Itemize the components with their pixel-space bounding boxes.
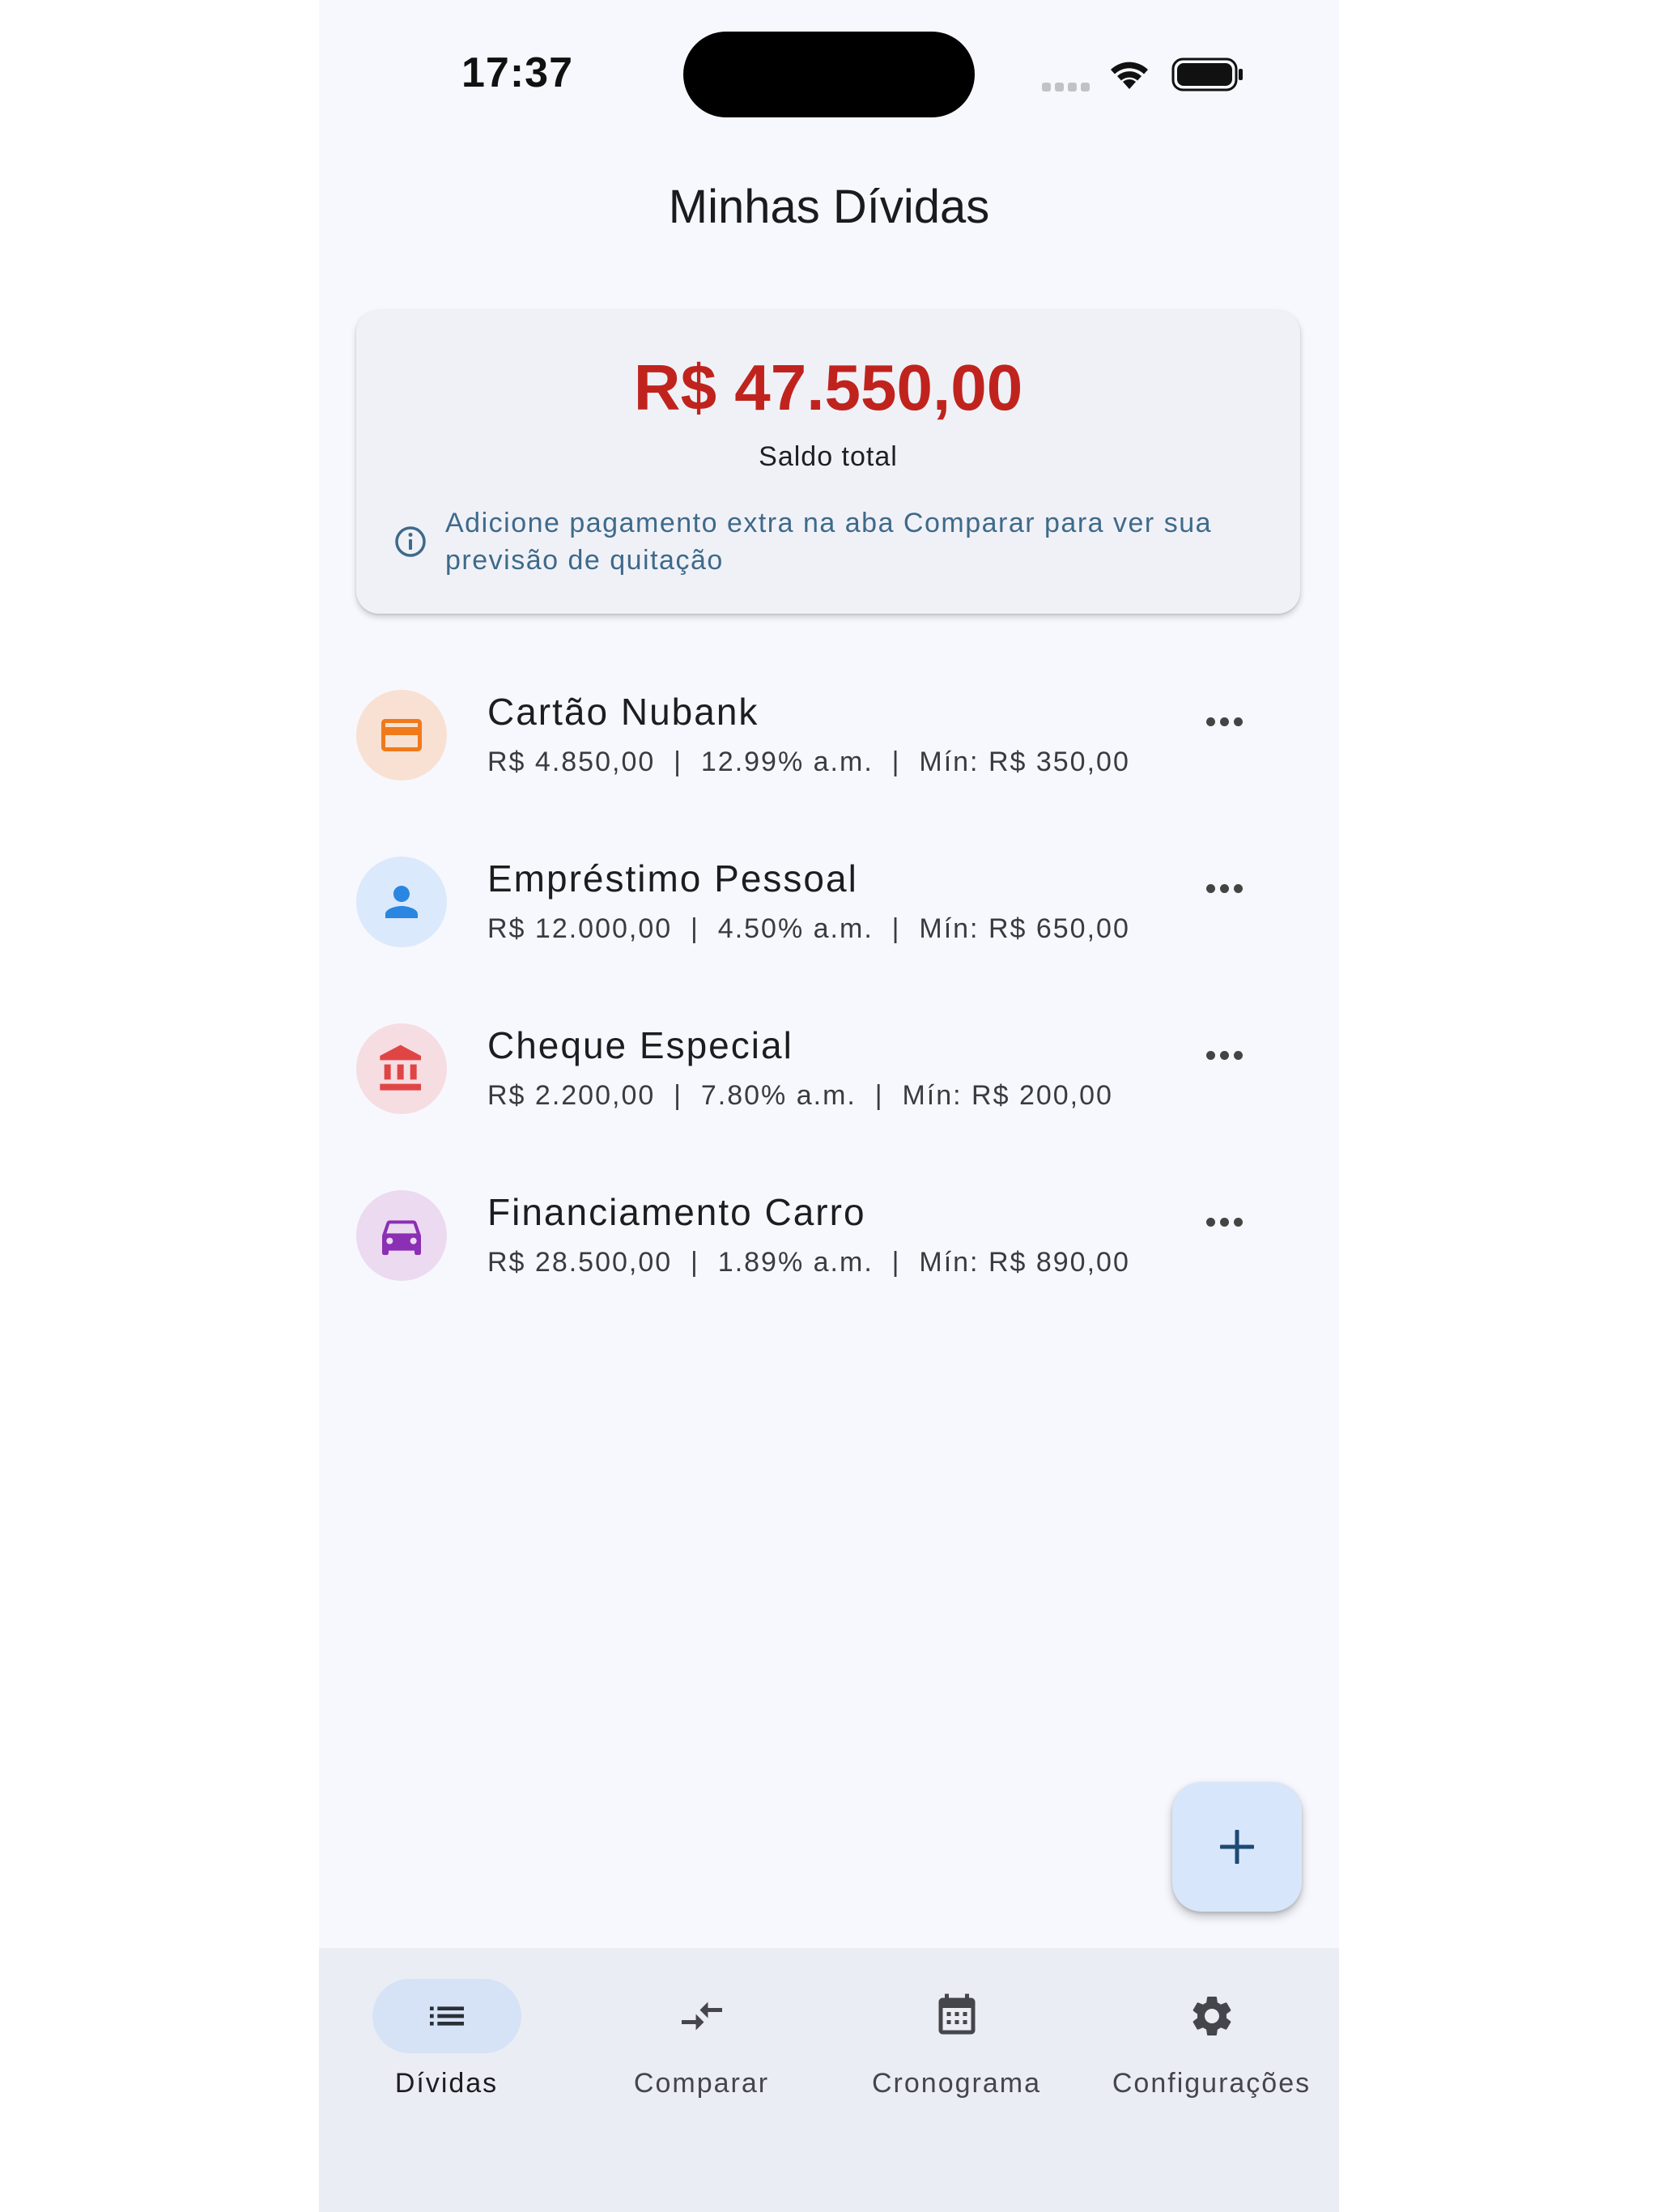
debt-avatar [356, 690, 447, 781]
debt-details: R$ 12.000,00 | 4.50% a.m. | Mín: R$ 650,… [487, 913, 1130, 944]
nav-icon-holder [627, 1979, 776, 2053]
page-title: Minhas Dívidas [668, 181, 990, 233]
status-time: 17:37 [461, 49, 573, 96]
debt-avatar [356, 857, 447, 947]
wifi-icon [1111, 62, 1148, 89]
debt-details: R$ 28.500,00 | 1.89% a.m. | Mín: R$ 890,… [487, 1247, 1130, 1278]
list-icon [430, 2006, 464, 2026]
debt-avatar [356, 1190, 447, 1281]
compare-arrows-icon [682, 2001, 722, 2031]
debt-name: Financiamento Carro [487, 1191, 866, 1233]
summary-card: R$ 47.550,00 Saldo total Adicione pagame… [356, 310, 1300, 614]
credit-card-icon [381, 719, 422, 751]
bottom-navigation: Dívidas Comparar Cronograma Configuraçõe… [319, 1948, 1339, 2212]
nav-icon-holder [882, 1979, 1031, 2053]
debt-item-cheque-especial[interactable]: Cheque Especial R$ 2.200,00 | 7.80% a.m.… [319, 1006, 1339, 1172]
nav-active-indicator [372, 1979, 521, 2053]
plus-icon [1220, 1830, 1254, 1864]
more-options-icon[interactable] [1206, 1216, 1263, 1257]
nav-label: Comparar [633, 2068, 770, 2099]
nav-label: Configurações [1112, 2068, 1312, 2099]
debt-item-emprestimo-pessoal[interactable]: Empréstimo Pessoal R$ 12.000,00 | 4.50% … [319, 839, 1339, 1006]
more-options-icon[interactable] [1206, 716, 1263, 756]
status-bar: 17:37 [319, 0, 1339, 146]
total-balance-label: Saldo total [759, 441, 898, 472]
more-options-icon[interactable] [1206, 1049, 1263, 1090]
debt-name: Empréstimo Pessoal [487, 857, 858, 900]
debt-item-cartao-nubank[interactable]: Cartão Nubank R$ 4.850,00 | 12.99% a.m. … [319, 672, 1339, 839]
debt-avatar [356, 1023, 447, 1114]
person-icon [385, 886, 418, 918]
extra-payment-hint: Adicione pagamento extra na aba Comparar… [445, 508, 1213, 576]
debt-details: R$ 2.200,00 | 7.80% a.m. | Mín: R$ 200,0… [487, 1080, 1113, 1111]
battery-icon [1171, 57, 1243, 91]
nav-tab-comparar[interactable]: Comparar [574, 1979, 829, 2100]
debt-details: R$ 4.850,00 | 12.99% a.m. | Mín: R$ 350,… [487, 747, 1130, 777]
debt-name: Cheque Especial [487, 1024, 793, 1066]
nav-label: Cronograma [872, 2068, 1041, 2099]
nav-label: Dívidas [394, 2068, 499, 2099]
bank-icon [380, 1044, 421, 1091]
add-debt-button[interactable] [1172, 1782, 1302, 1912]
app-screen: 17:37 Minhas Dívidas R$ 47.550,00 Saldo … [319, 0, 1339, 2212]
debt-name: Cartão Nubank [487, 691, 759, 733]
nav-icon-holder [1137, 1979, 1286, 2053]
calendar-icon [938, 1993, 976, 2035]
more-options-icon[interactable] [1206, 883, 1263, 923]
total-balance-amount: R$ 47.550,00 [633, 351, 1023, 423]
dynamic-island [683, 32, 975, 117]
cellular-signal-icon [1042, 81, 1094, 96]
nav-tab-dividas[interactable]: Dívidas [319, 1979, 574, 2100]
info-icon [395, 526, 426, 557]
car-icon [382, 1220, 421, 1255]
nav-tab-configuracoes[interactable]: Configurações [1084, 1979, 1339, 2100]
nav-tab-cronograma[interactable]: Cronograma [829, 1979, 1084, 2100]
debt-item-financiamento-carro[interactable]: Financiamento Carro R$ 28.500,00 | 1.89%… [319, 1172, 1339, 1339]
gear-icon [1192, 1997, 1231, 2035]
